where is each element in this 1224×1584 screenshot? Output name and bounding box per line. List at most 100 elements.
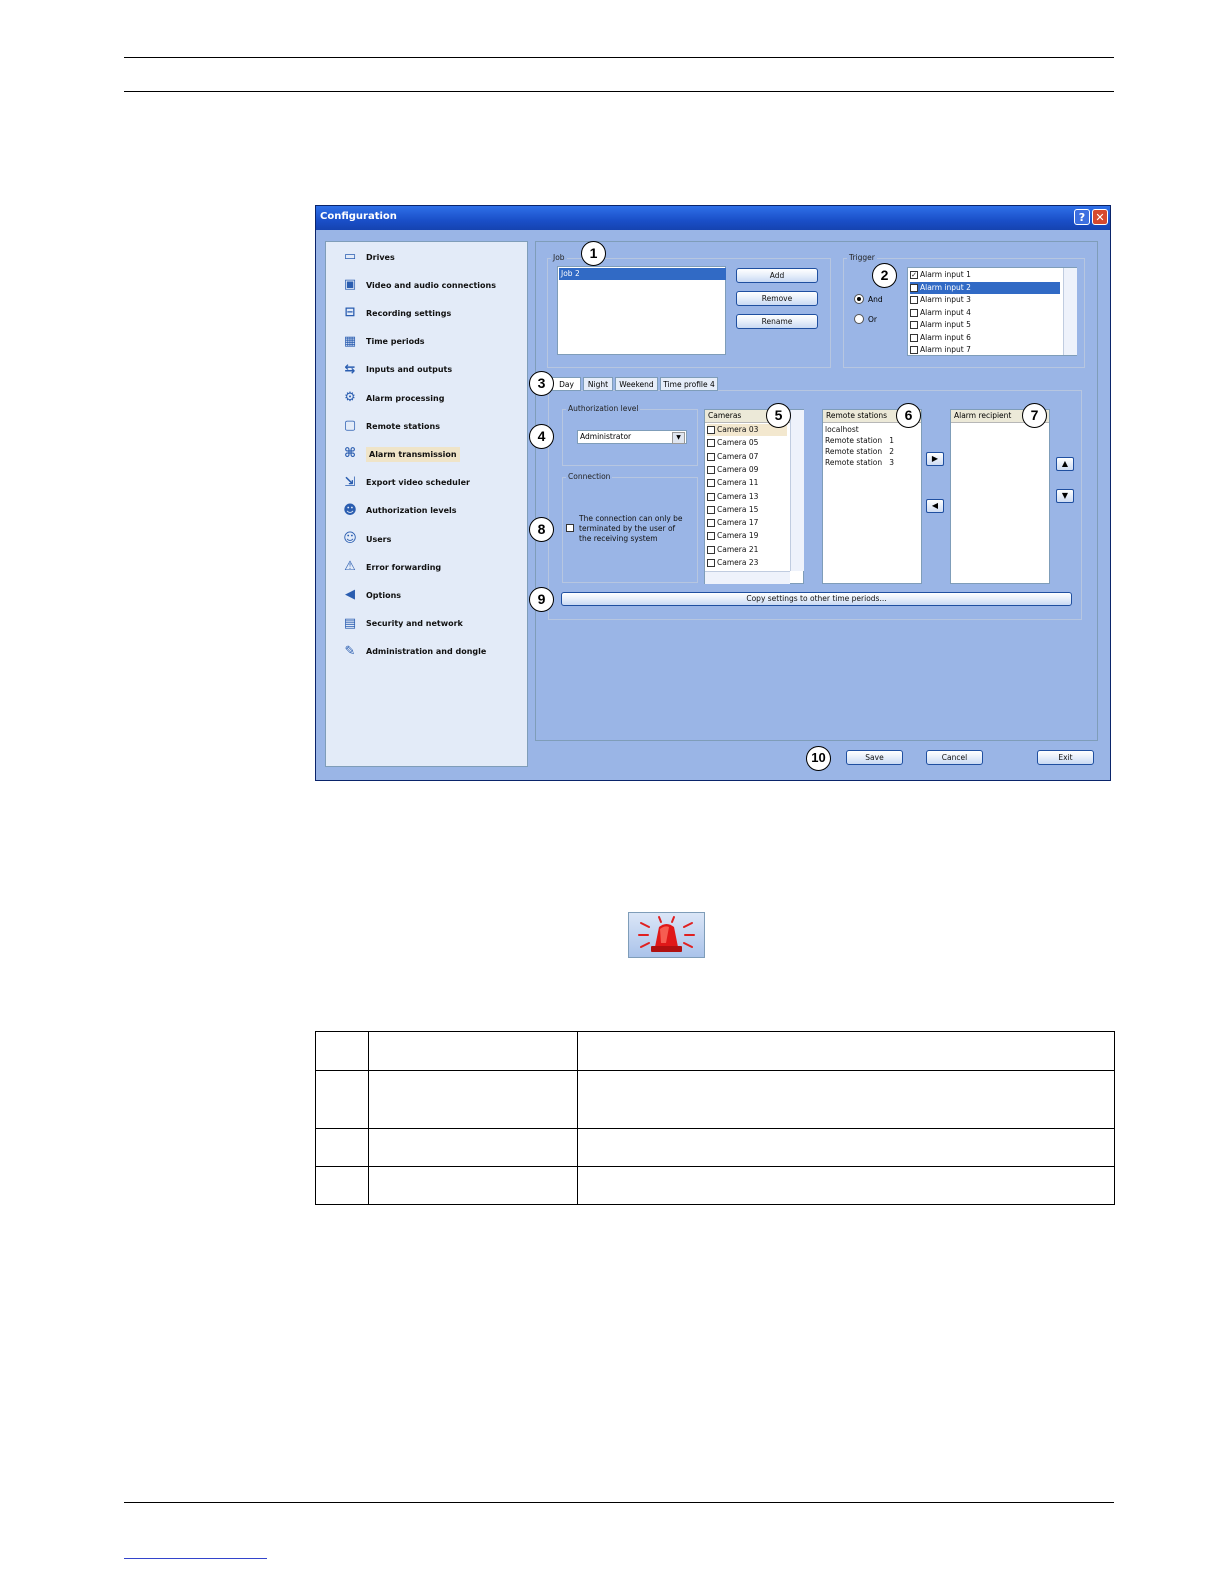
- camera-item[interactable]: Camera 21: [707, 544, 758, 556]
- move-left-button[interactable]: ◀: [926, 499, 944, 513]
- move-up-button[interactable]: ▲: [1056, 457, 1074, 471]
- trigger-input-item[interactable]: Alarm input 6: [910, 332, 1060, 344]
- io-icon: ⇆: [344, 361, 356, 377]
- video-audio-icon: ▣: [343, 277, 357, 293]
- move-right-button[interactable]: ▶: [926, 452, 944, 466]
- sidebar-item-options[interactable]: ◀ Options: [338, 584, 401, 606]
- tab-time-profile-4[interactable]: Time profile 4: [660, 377, 718, 391]
- tab-weekend[interactable]: Weekend: [615, 377, 658, 391]
- checkbox-icon[interactable]: [707, 479, 715, 488]
- checkbox-icon[interactable]: [910, 346, 918, 354]
- header-rule-top: [124, 57, 1114, 58]
- sidebar-item-authorization-levels[interactable]: ☻ Authorization levels: [338, 500, 456, 522]
- checkbox-icon[interactable]: [707, 492, 715, 501]
- callout-8: 8: [529, 517, 554, 542]
- sidebar-item-drives[interactable]: ▭ Drives: [338, 246, 395, 268]
- checkbox-icon[interactable]: [707, 452, 715, 461]
- camera-item[interactable]: Camera 23: [707, 557, 758, 569]
- connection-text-line: terminated by the user of: [579, 524, 676, 533]
- job-list[interactable]: Job 2: [557, 266, 726, 355]
- remote-station-item[interactable]: Remote station 3: [825, 457, 894, 469]
- exit-button[interactable]: Exit: [1037, 750, 1094, 765]
- camera-item[interactable]: Camera 17: [707, 517, 758, 529]
- cancel-button[interactable]: Cancel: [926, 750, 983, 765]
- checkbox-icon[interactable]: [707, 505, 715, 514]
- camera-item-label: Camera 11: [717, 478, 759, 488]
- sidebar-item-time-periods[interactable]: ▦ Time periods: [338, 331, 425, 353]
- checkbox-checked-icon[interactable]: ✓: [910, 283, 918, 292]
- alarm-recipient-list[interactable]: Alarm recipient: [950, 409, 1050, 584]
- trigger-input-list[interactable]: ✓ Alarm input 1 ✓ Alarm input 2 Alarm input …: [907, 267, 1077, 356]
- close-button[interactable]: ✕: [1092, 209, 1108, 225]
- sidebar-item-administration-and-dongle[interactable]: ✎ Administration and dongle: [338, 641, 487, 663]
- checkbox-icon[interactable]: [707, 559, 715, 567]
- remote-stations-list[interactable]: Remote stations localhost Remote station …: [822, 409, 922, 584]
- tab-day[interactable]: Day: [552, 377, 581, 391]
- trigger-input-item[interactable]: ✓ Alarm input 2: [910, 281, 1060, 294]
- help-button[interactable]: ?: [1074, 209, 1090, 225]
- wrench-icon: ✎: [344, 643, 356, 659]
- and-radio[interactable]: And: [854, 294, 883, 304]
- camera-item[interactable]: Camera 05: [707, 437, 758, 449]
- or-radio[interactable]: Or: [854, 314, 877, 324]
- trigger-input-item[interactable]: Alarm input 4: [910, 307, 1060, 319]
- checkbox-icon[interactable]: [910, 308, 918, 317]
- window-title: Configuration: [320, 211, 397, 222]
- trigger-input-item[interactable]: Alarm input 7: [910, 344, 1060, 356]
- sidebar-item-remote-stations[interactable]: ▢ Remote stations: [338, 415, 440, 437]
- sidebar-item-recording-settings[interactable]: ⊟ Recording settings: [338, 302, 452, 324]
- camera-item[interactable]: Camera 11: [707, 477, 758, 489]
- checkbox-icon[interactable]: [707, 426, 715, 434]
- move-down-button[interactable]: ▼: [1056, 489, 1074, 503]
- sidebar-item-users[interactable]: ☺ Users: [338, 528, 391, 550]
- sidebar-item-inputs-and-outputs[interactable]: ⇆ Inputs and outputs: [338, 359, 453, 381]
- trigger-input-item[interactable]: Alarm input 3: [910, 294, 1060, 306]
- copy-settings-button[interactable]: Copy settings to other time periods...: [561, 592, 1072, 606]
- checkbox-icon[interactable]: [707, 545, 715, 554]
- sidebar-item-label: Options: [366, 590, 402, 600]
- sidebar-item-export-video-scheduler[interactable]: ⇲ Export video scheduler: [338, 472, 470, 494]
- recording-icon: ⊟: [344, 305, 356, 321]
- checkbox-icon[interactable]: [707, 439, 715, 448]
- sidebar-item-error-forwarding[interactable]: ⚠ Error forwarding: [338, 556, 441, 578]
- trigger-list-scrollbar[interactable]: [1063, 268, 1077, 355]
- checkbox-icon[interactable]: [910, 321, 918, 329]
- arrow-up-icon: ▲: [1061, 459, 1069, 468]
- table-cell: [315, 1128, 369, 1167]
- network-icon: ⌘: [343, 446, 357, 462]
- camera-item[interactable]: Camera 15: [707, 504, 758, 516]
- trigger-input-item[interactable]: ✓ Alarm input 1: [910, 269, 1060, 281]
- cameras-list[interactable]: Cameras Camera 03 Camera 05 Camera 07 Camer…: [704, 409, 804, 584]
- remove-button[interactable]: Remove: [736, 291, 818, 306]
- checkbox-icon[interactable]: [707, 532, 715, 541]
- rename-button[interactable]: Rename: [736, 314, 818, 329]
- camera-item[interactable]: Camera 07: [707, 451, 758, 463]
- camera-item[interactable]: Camera 13: [707, 491, 758, 503]
- camera-item[interactable]: Camera 19: [707, 530, 758, 542]
- sidebar-item-alarm-processing[interactable]: ⚙ Alarm processing: [338, 387, 444, 409]
- checkbox-icon[interactable]: [707, 519, 715, 528]
- chevron-down-icon[interactable]: ▼: [672, 432, 685, 444]
- save-button[interactable]: Save: [846, 750, 903, 765]
- checkbox-icon[interactable]: [910, 296, 918, 304]
- checkbox-icon[interactable]: [910, 333, 918, 342]
- configuration-window: Configuration ? ✕ ▭ Drives ▣ Video and audi…: [315, 205, 1111, 781]
- connection-checkbox[interactable]: [566, 524, 574, 532]
- tab-night[interactable]: Night: [583, 377, 613, 391]
- sidebar-item-alarm-transmission[interactable]: ⌘ Alarm transmission: [338, 443, 460, 465]
- sidebar-item-label: Remote stations: [366, 421, 440, 431]
- trigger-input-label: Alarm input 2: [920, 282, 971, 292]
- arrow-left-icon: ◀: [931, 501, 939, 510]
- checkbox-checked-icon[interactable]: ✓: [910, 271, 918, 279]
- cameras-hscrollbar[interactable]: [705, 571, 790, 584]
- camera-item[interactable]: Camera 09: [707, 464, 758, 476]
- job-list-item[interactable]: Job 2: [559, 268, 726, 280]
- callout-3: 3: [529, 371, 554, 396]
- checkbox-icon[interactable]: [707, 465, 715, 474]
- trigger-input-item[interactable]: Alarm input 5: [910, 319, 1060, 331]
- sidebar-item-security-and-network[interactable]: ▤ Security and network: [338, 613, 463, 635]
- authorization-level-dropdown[interactable]: Administrator ▼: [577, 430, 687, 444]
- add-button[interactable]: Add: [736, 268, 818, 283]
- sidebar-item-video-and-audio-connections[interactable]: ▣ Video and audio connections: [338, 274, 496, 296]
- cameras-vscrollbar[interactable]: [790, 410, 804, 571]
